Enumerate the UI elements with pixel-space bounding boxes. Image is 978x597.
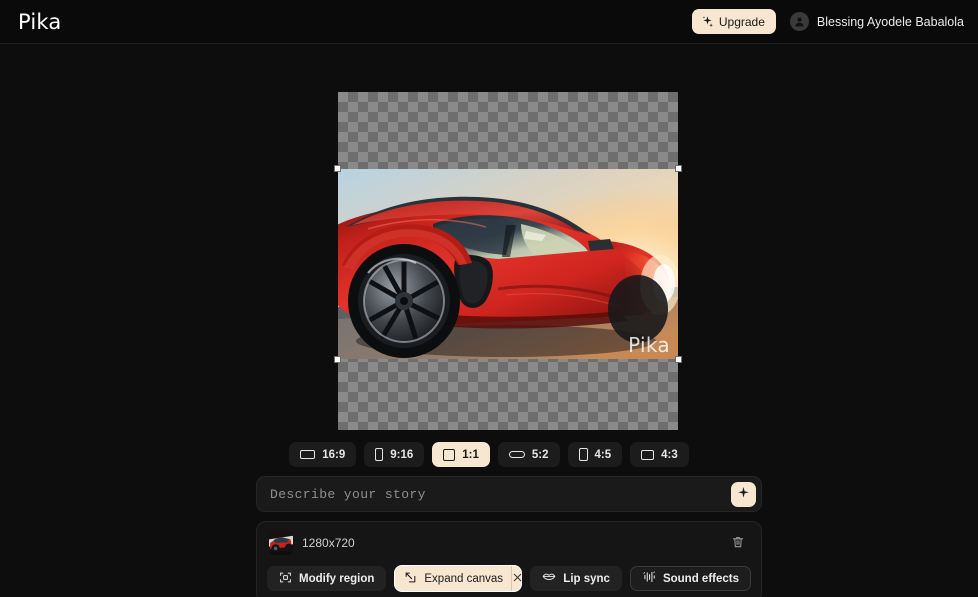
portrait-rect-icon	[578, 448, 588, 461]
upgrade-button[interactable]: Upgrade	[691, 9, 776, 34]
aspect-ratio-label: 4:3	[661, 448, 678, 461]
resize-handle-bottom-right[interactable]	[675, 356, 682, 363]
aspect-ratio-4-5[interactable]: 4:5	[567, 442, 623, 467]
resize-handle-bottom-left[interactable]	[334, 356, 341, 363]
sound-effects-button[interactable]: Sound effects	[629, 566, 751, 591]
aspect-ratio-4-3[interactable]: 4:3	[630, 442, 689, 467]
aspect-ratio-label: 4:5	[594, 448, 612, 461]
landscape-rect-icon	[300, 450, 316, 459]
resize-handle-top-left[interactable]	[334, 165, 341, 172]
prompt-input[interactable]	[270, 486, 731, 502]
car-thumbnail[interactable]	[269, 531, 293, 555]
modify-region-label: Modify region	[299, 572, 375, 585]
aspect-ratio-16-9[interactable]: 16:9	[289, 442, 357, 467]
car-image	[338, 169, 678, 359]
header-actions: Upgrade Blessing Ayodele Babalola	[691, 9, 964, 34]
image-selection-frame[interactable]: Pika	[334, 165, 682, 363]
composer-panel: 1280x720	[256, 476, 762, 597]
prompt-box[interactable]	[256, 476, 762, 512]
aspect-ratio-1-1[interactable]: 1:1	[432, 442, 490, 467]
trash-icon	[731, 535, 745, 552]
expand-canvas-label: Expand canvas	[424, 572, 504, 585]
sound-effects-label: Sound effects	[662, 572, 739, 585]
upgrade-label: Upgrade	[718, 14, 765, 29]
app-header: Pika Upgrade Blessing Ayodele Babalola	[0, 0, 978, 44]
account-name: Blessing Ayodele Babalola	[816, 14, 964, 29]
modify-region-button[interactable]: Modify region	[267, 566, 387, 591]
crop-frame-icon	[279, 571, 292, 587]
close-expand-canvas-button[interactable]	[511, 566, 522, 591]
asset-card: 1280x720 Modify region Expand canvas Lip…	[256, 521, 762, 597]
lip-sync-button[interactable]: Lip sync	[530, 566, 622, 591]
waveform-icon	[642, 570, 656, 587]
resize-handle-top-right[interactable]	[675, 165, 682, 172]
expand-arrow-icon	[404, 571, 417, 587]
aspect-ratio-9-16[interactable]: 9:16	[364, 442, 425, 467]
user-avatar-icon	[789, 12, 809, 31]
close-icon	[512, 571, 522, 586]
editor-main: Pika 16:9 9:16 1:1 5:2 4:5 4:3 Describe …	[0, 44, 978, 597]
landscape-rect-icon	[641, 449, 655, 460]
asset-header: 1280x720	[267, 531, 751, 555]
asset-action-bar: Modify region Expand canvas Lip sync Sou…	[267, 565, 751, 592]
portrait-rect-icon	[375, 448, 384, 461]
pika-logo[interactable]: Pika	[18, 10, 62, 34]
editor-canvas[interactable]: Pika	[334, 92, 682, 430]
aspect-ratio-label: 5:2	[531, 448, 549, 461]
expand-canvas-button[interactable]: Expand canvas	[395, 566, 511, 591]
lips-icon	[542, 571, 556, 586]
square-rect-icon	[443, 448, 456, 461]
aspect-ratio-5-2[interactable]: 5:2	[497, 442, 560, 467]
expand-canvas-group: Expand canvas	[394, 565, 523, 592]
aspect-ratio-label: 16:9	[322, 448, 346, 461]
aspect-ratio-label: 9:16	[390, 448, 414, 461]
lip-sync-label: Lip sync	[563, 572, 610, 585]
delete-asset-button[interactable]	[727, 532, 749, 554]
aspect-ratio-label: 1:1	[462, 448, 479, 461]
asset-dimensions: 1280x720	[302, 536, 355, 550]
sparkle-icon	[701, 15, 714, 28]
sparkle-icon	[737, 486, 750, 502]
pika-app-window: Pika Upgrade Blessing Ayodele Babalola P…	[0, 0, 978, 597]
wide-rect-icon	[508, 451, 525, 458]
account-menu[interactable]: Blessing Ayodele Babalola	[789, 12, 964, 31]
aspect-ratio-bar: 16:9 9:16 1:1 5:2 4:5 4:3	[0, 442, 978, 467]
generate-button[interactable]	[731, 481, 756, 507]
